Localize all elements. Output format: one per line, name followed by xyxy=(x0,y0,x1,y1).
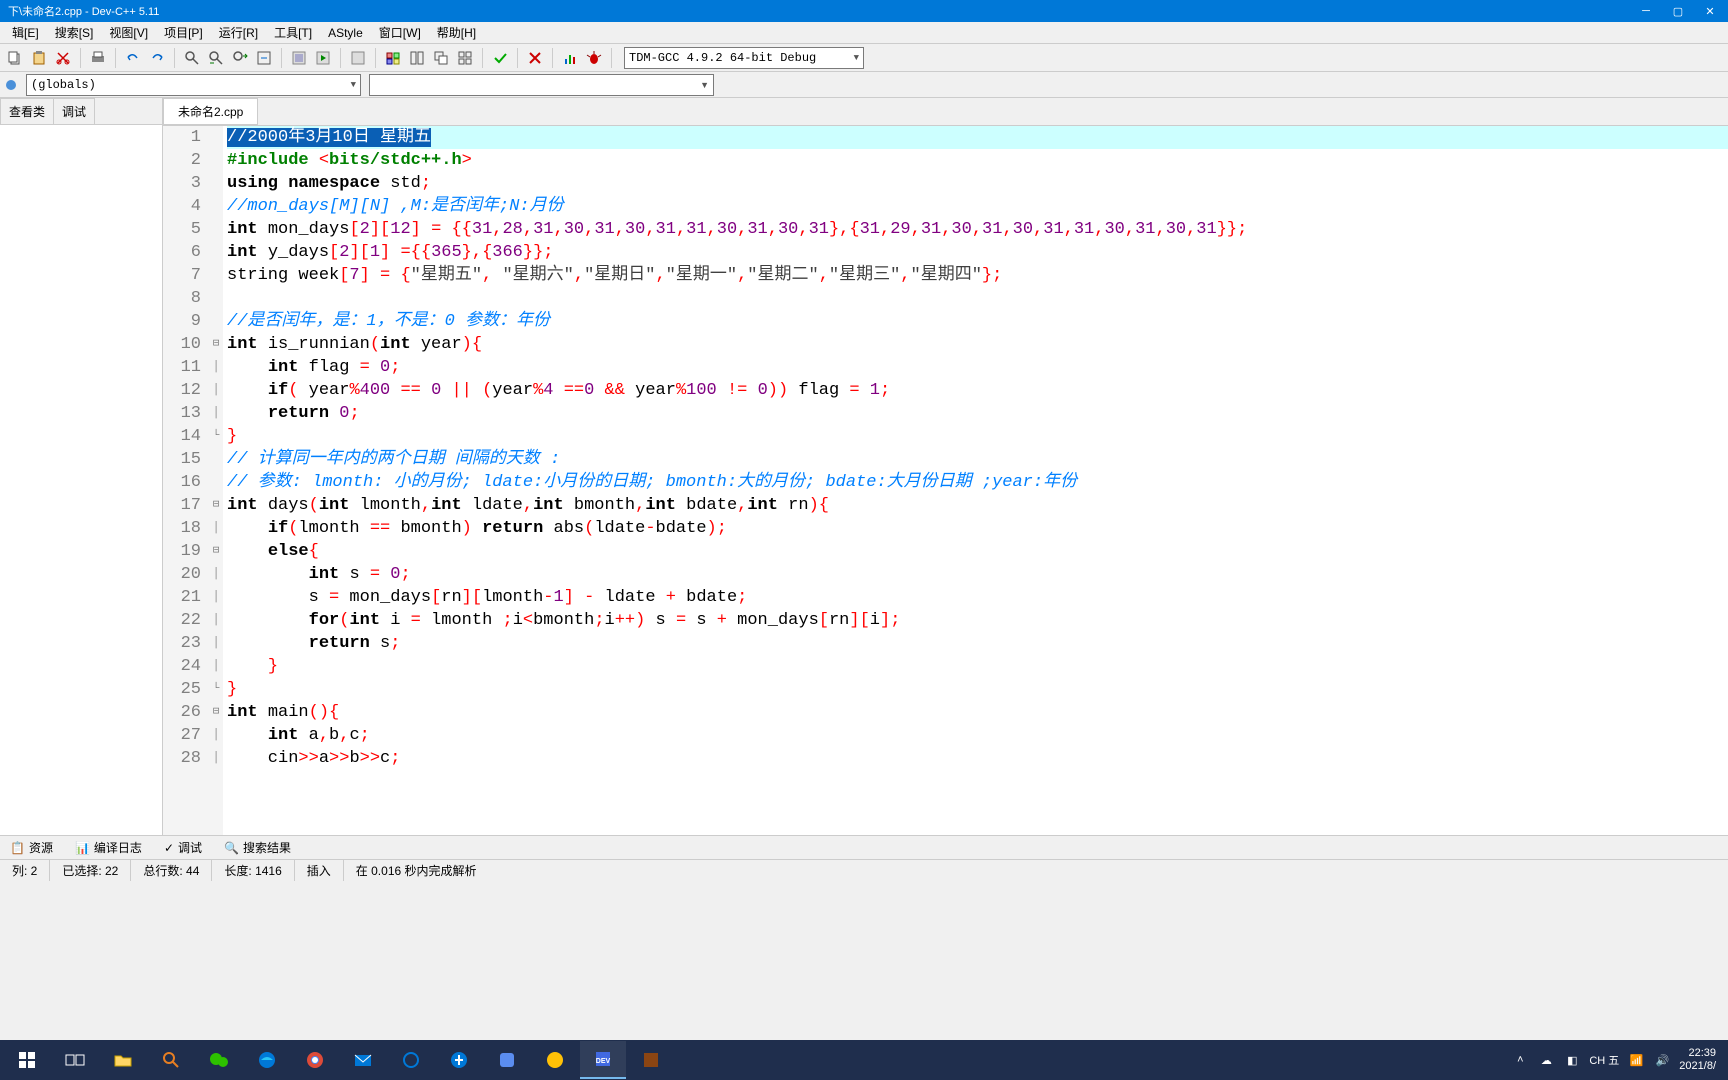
code-editor[interactable]: 1234567891011121314151617181920212223242… xyxy=(163,126,1728,835)
menu-3[interactable]: 项目[P] xyxy=(156,22,211,43)
tray-up-icon[interactable]: ˄ xyxy=(1511,1051,1529,1069)
taskbar: DEV ˄ ☁ ◧ CH 五 📶 🔊 22:39 2021/8/ xyxy=(0,1040,1728,1080)
app-icon[interactable] xyxy=(484,1041,530,1079)
undo-icon[interactable] xyxy=(122,47,144,69)
toolbar: TDM-GCC 4.9.2 64-bit Debug▼ xyxy=(0,44,1728,72)
copy-icon[interactable] xyxy=(4,47,26,69)
cortana-icon[interactable] xyxy=(388,1041,434,1079)
cut-icon[interactable] xyxy=(52,47,74,69)
status-length: 长度: 1416 xyxy=(212,860,294,881)
status-bar: 列: 2 已选择: 22 总行数: 44 长度: 1416 插入 在 0.016… xyxy=(0,859,1728,881)
scope-icon xyxy=(4,78,18,92)
bottom-tabs: 📋资源 📊编译日志 ✓调试 🔍搜索结果 xyxy=(0,835,1728,859)
window-tile-icon[interactable] xyxy=(406,47,428,69)
replace-icon[interactable] xyxy=(205,47,227,69)
bottom-tab-3[interactable]: 🔍搜索结果 xyxy=(218,837,297,858)
sidebar-tab-class[interactable]: 查看类 xyxy=(0,98,54,124)
bottom-tab-0[interactable]: 📋资源 xyxy=(4,837,59,858)
wechat-icon[interactable] xyxy=(196,1041,242,1079)
minimize-button[interactable]: ─ xyxy=(1636,5,1656,18)
title-bar: 下\未命名2.cpp - Dev-C++ 5.11 ─ ▢ ✕ xyxy=(0,0,1728,22)
clock-time[interactable]: 22:39 xyxy=(1679,1047,1716,1060)
menu-0[interactable]: 辑[E] xyxy=(4,22,47,43)
window-title: 下\未命名2.cpp - Dev-C++ 5.11 xyxy=(8,3,159,19)
bottom-tab-1[interactable]: 📊编译日志 xyxy=(69,837,148,858)
scope-bar: (globals)▼ ▼ xyxy=(0,72,1728,98)
paste-icon[interactable] xyxy=(28,47,50,69)
window-grid-icon[interactable] xyxy=(454,47,476,69)
check-icon[interactable] xyxy=(489,47,511,69)
search-icon[interactable] xyxy=(148,1041,194,1079)
task-view-icon[interactable] xyxy=(52,1041,98,1079)
start-button[interactable] xyxy=(4,1041,50,1079)
menu-1[interactable]: 搜索[S] xyxy=(47,22,102,43)
volume-icon[interactable]: 🔊 xyxy=(1653,1051,1671,1069)
clock-date[interactable]: 2021/8/ xyxy=(1679,1060,1716,1073)
svg-text:DEV: DEV xyxy=(596,1058,611,1065)
file-tabs: 未命名2.cpp xyxy=(163,98,1728,126)
ime-indicator[interactable]: CH 五 xyxy=(1589,1052,1619,1068)
profile-icon[interactable] xyxy=(559,47,581,69)
sidebar: 查看类 调试 xyxy=(0,98,163,835)
compile-run-icon[interactable] xyxy=(347,47,369,69)
menu-7[interactable]: 窗口[W] xyxy=(371,22,429,43)
mail-icon[interactable] xyxy=(340,1041,386,1079)
status-column: 列: 2 xyxy=(0,860,50,881)
stop-icon[interactable] xyxy=(524,47,546,69)
status-mode: 插入 xyxy=(295,860,344,881)
chrome-icon[interactable] xyxy=(292,1041,338,1079)
menu-2[interactable]: 视图[V] xyxy=(101,22,156,43)
status-selected: 已选择: 22 xyxy=(50,860,131,881)
tray-app-icon[interactable]: ◧ xyxy=(1563,1051,1581,1069)
status-parse: 在 0.016 秒内完成解析 xyxy=(344,860,1728,881)
rebuild-icon[interactable] xyxy=(382,47,404,69)
find-icon[interactable] xyxy=(181,47,203,69)
find-next-icon[interactable] xyxy=(229,47,251,69)
menu-6[interactable]: AStyle xyxy=(320,24,371,42)
scope-dropdown[interactable]: (globals)▼ xyxy=(26,74,361,96)
wifi-icon[interactable]: 📶 xyxy=(1627,1051,1645,1069)
explorer-icon[interactable] xyxy=(100,1041,146,1079)
devcpp-icon[interactable]: DEV xyxy=(580,1041,626,1079)
status-lines: 总行数: 44 xyxy=(131,860,212,881)
menu-5[interactable]: 工具[T] xyxy=(266,22,320,43)
groove-icon[interactable] xyxy=(436,1041,482,1079)
compiler-dropdown[interactable]: TDM-GCC 4.9.2 64-bit Debug▼ xyxy=(624,47,864,69)
bottom-tab-2[interactable]: ✓调试 xyxy=(158,837,208,858)
tray-cloud-icon[interactable]: ☁ xyxy=(1537,1051,1555,1069)
close-button[interactable]: ✕ xyxy=(1700,5,1720,18)
menu-bar: 辑[E]搜索[S]视图[V]项目[P]运行[R]工具[T]AStyle窗口[W]… xyxy=(0,22,1728,44)
print-icon[interactable] xyxy=(87,47,109,69)
member-dropdown[interactable]: ▼ xyxy=(369,74,714,96)
file-tab[interactable]: 未命名2.cpp xyxy=(163,98,258,125)
menu-4[interactable]: 运行[R] xyxy=(211,22,266,43)
window-cascade-icon[interactable] xyxy=(430,47,452,69)
maximize-button[interactable]: ▢ xyxy=(1668,5,1688,18)
app2-icon[interactable] xyxy=(532,1041,578,1079)
redo-icon[interactable] xyxy=(146,47,168,69)
edge-icon[interactable] xyxy=(244,1041,290,1079)
debug-icon[interactable] xyxy=(583,47,605,69)
sidebar-tab-debug[interactable]: 调试 xyxy=(53,98,95,124)
menu-8[interactable]: 帮助[H] xyxy=(429,22,484,43)
app3-icon[interactable] xyxy=(628,1041,674,1079)
run-icon[interactable] xyxy=(312,47,334,69)
compile-icon[interactable] xyxy=(288,47,310,69)
goto-icon[interactable] xyxy=(253,47,275,69)
